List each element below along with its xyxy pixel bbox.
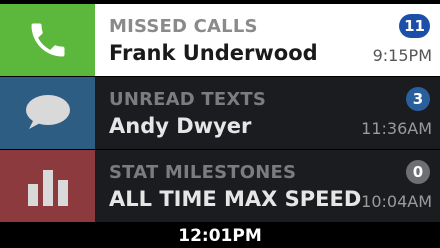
notification-count-badge: 3: [406, 87, 430, 111]
notification-category: MISSED CALLS: [109, 16, 258, 37]
status-clock: 12:01PM: [178, 226, 262, 246]
notification-category: UNREAD TEXTS: [109, 89, 267, 110]
notification-category: STAT MILESTONES: [109, 162, 297, 183]
bar-chart-icon: [27, 170, 68, 206]
notification-unread-texts[interactable]: UNREAD TEXTS Andy Dwyer 3 11:36AM: [0, 77, 440, 149]
notification-content: UNREAD TEXTS Andy Dwyer 3 11:36AM: [95, 77, 440, 149]
notification-content: MISSED CALLS Frank Underwood 11 9:15PM: [95, 4, 440, 76]
notification-time: 10:04AM: [361, 192, 432, 211]
status-bar: 12:01PM: [0, 224, 440, 248]
notification-count-badge: 0: [406, 160, 430, 184]
notification-count-badge: 11: [399, 14, 430, 38]
notification-name: ALL TIME MAX SPEED: [109, 187, 362, 211]
notification-tile: [0, 4, 95, 76]
notification-time: 9:15PM: [372, 46, 432, 65]
notification-tile: [0, 150, 95, 222]
notification-name: Andy Dwyer: [109, 114, 252, 138]
notification-screen: MISSED CALLS Frank Underwood 11 9:15PM U…: [0, 0, 440, 248]
notification-stat-milestones[interactable]: STAT MILESTONES ALL TIME MAX SPEED 0 10:…: [0, 150, 440, 222]
notification-time: 11:36AM: [361, 119, 432, 138]
notification-name: Frank Underwood: [109, 41, 318, 65]
notification-tile: [0, 77, 95, 149]
message-bubble-icon: [25, 95, 70, 129]
phone-icon: [31, 23, 64, 57]
notification-missed-calls[interactable]: MISSED CALLS Frank Underwood 11 9:15PM: [0, 4, 440, 76]
notification-content: STAT MILESTONES ALL TIME MAX SPEED 0 10:…: [95, 150, 440, 222]
